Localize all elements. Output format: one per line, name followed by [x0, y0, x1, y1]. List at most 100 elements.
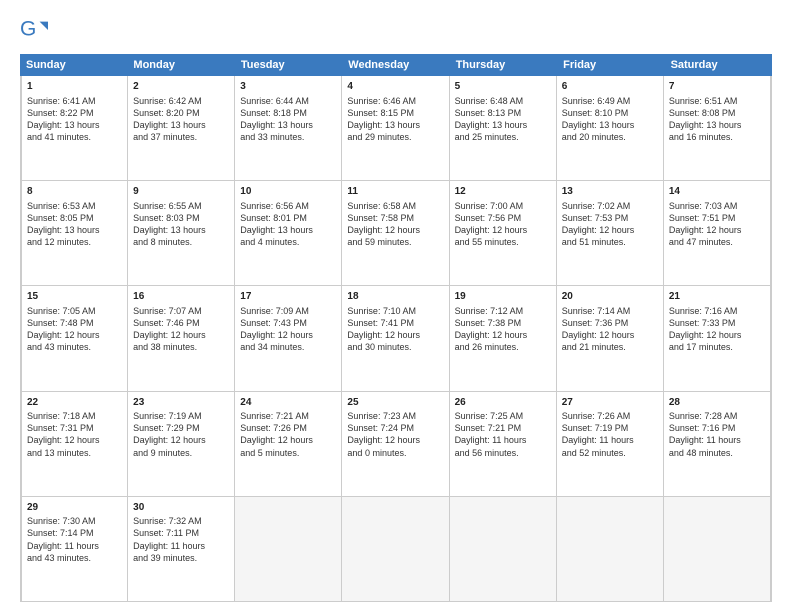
day-info-line: Sunset: 8:13 PM: [455, 107, 551, 119]
day-info-line: Sunrise: 7:32 AM: [133, 515, 229, 527]
day-info-line: Sunset: 8:08 PM: [669, 107, 765, 119]
day-info-line: and 20 minutes.: [562, 131, 658, 143]
day-info-line: Sunrise: 7:03 AM: [669, 200, 765, 212]
day-number: 4: [347, 80, 443, 94]
day-info-line: Daylight: 12 hours: [669, 329, 765, 341]
day-info-line: Sunset: 8:10 PM: [562, 107, 658, 119]
day-info-line: and 8 minutes.: [133, 236, 229, 248]
day-number: 19: [455, 290, 551, 304]
day-cell-21: 21Sunrise: 7:16 AMSunset: 7:33 PMDayligh…: [664, 286, 771, 390]
day-info-line: Sunset: 7:21 PM: [455, 422, 551, 434]
day-info-line: Daylight: 11 hours: [27, 540, 122, 552]
day-info-line: Sunset: 7:31 PM: [27, 422, 122, 434]
day-info-line: Daylight: 12 hours: [669, 224, 765, 236]
day-number: 18: [347, 290, 443, 304]
day-info-line: Daylight: 12 hours: [455, 224, 551, 236]
day-info-line: Sunrise: 7:00 AM: [455, 200, 551, 212]
week-row-1: 1Sunrise: 6:41 AMSunset: 8:22 PMDaylight…: [21, 76, 771, 181]
day-info-line: Sunrise: 6:56 AM: [240, 200, 336, 212]
day-info-line: Sunset: 7:51 PM: [669, 212, 765, 224]
day-info-line: Daylight: 12 hours: [562, 329, 658, 341]
calendar-header: SundayMondayTuesdayWednesdayThursdayFrid…: [20, 54, 772, 76]
day-info-line: and 48 minutes.: [669, 447, 765, 459]
day-info-line: Sunrise: 6:46 AM: [347, 95, 443, 107]
day-info-line: Daylight: 12 hours: [240, 434, 336, 446]
day-number: 11: [347, 185, 443, 199]
day-info-line: and 29 minutes.: [347, 131, 443, 143]
day-header-friday: Friday: [557, 54, 664, 76]
day-info-line: and 26 minutes.: [455, 341, 551, 353]
day-info-line: Sunset: 7:41 PM: [347, 317, 443, 329]
day-info-line: Sunrise: 7:23 AM: [347, 410, 443, 422]
day-info-line: Sunrise: 6:41 AM: [27, 95, 122, 107]
calendar-rows: 1Sunrise: 6:41 AMSunset: 8:22 PMDaylight…: [21, 76, 771, 601]
day-info-line: Daylight: 12 hours: [27, 434, 122, 446]
day-cell-26: 26Sunrise: 7:25 AMSunset: 7:21 PMDayligh…: [450, 392, 557, 496]
empty-cell: [450, 497, 557, 601]
day-info-line: Sunset: 7:11 PM: [133, 527, 229, 539]
day-info-line: and 30 minutes.: [347, 341, 443, 353]
day-info-line: Daylight: 13 hours: [133, 224, 229, 236]
day-info-line: and 39 minutes.: [133, 552, 229, 564]
day-number: 25: [347, 396, 443, 410]
day-number: 15: [27, 290, 122, 304]
day-info-line: Sunset: 7:26 PM: [240, 422, 336, 434]
calendar-body-outer: 1Sunrise: 6:41 AMSunset: 8:22 PMDaylight…: [20, 76, 772, 602]
day-number: 30: [133, 501, 229, 515]
day-info-line: Sunset: 7:58 PM: [347, 212, 443, 224]
header: G: [20, 16, 772, 44]
day-info-line: Sunrise: 7:18 AM: [27, 410, 122, 422]
day-cell-11: 11Sunrise: 6:58 AMSunset: 7:58 PMDayligh…: [342, 181, 449, 285]
day-info-line: Sunrise: 7:28 AM: [669, 410, 765, 422]
day-info-line: and 47 minutes.: [669, 236, 765, 248]
day-cell-18: 18Sunrise: 7:10 AMSunset: 7:41 PMDayligh…: [342, 286, 449, 390]
empty-cell: [664, 497, 771, 601]
day-info-line: and 12 minutes.: [27, 236, 122, 248]
day-info-line: Sunset: 8:20 PM: [133, 107, 229, 119]
day-info-line: Sunrise: 7:09 AM: [240, 305, 336, 317]
day-info-line: Sunrise: 7:07 AM: [133, 305, 229, 317]
day-number: 23: [133, 396, 229, 410]
day-cell-29: 29Sunrise: 7:30 AMSunset: 7:14 PMDayligh…: [21, 497, 128, 601]
day-info-line: Daylight: 12 hours: [562, 224, 658, 236]
day-cell-4: 4Sunrise: 6:46 AMSunset: 8:15 PMDaylight…: [342, 76, 449, 180]
day-info-line: Daylight: 12 hours: [133, 434, 229, 446]
day-cell-27: 27Sunrise: 7:26 AMSunset: 7:19 PMDayligh…: [557, 392, 664, 496]
day-info-line: and 38 minutes.: [133, 341, 229, 353]
day-info-line: Sunrise: 7:05 AM: [27, 305, 122, 317]
day-header-thursday: Thursday: [450, 54, 557, 76]
day-number: 26: [455, 396, 551, 410]
day-number: 22: [27, 396, 122, 410]
day-info-line: and 59 minutes.: [347, 236, 443, 248]
day-header-wednesday: Wednesday: [342, 54, 449, 76]
day-info-line: Daylight: 13 hours: [562, 119, 658, 131]
day-number: 6: [562, 80, 658, 94]
day-number: 27: [562, 396, 658, 410]
day-info-line: and 9 minutes.: [133, 447, 229, 459]
day-info-line: and 5 minutes.: [240, 447, 336, 459]
day-info-line: Daylight: 12 hours: [347, 434, 443, 446]
day-info-line: Daylight: 13 hours: [669, 119, 765, 131]
day-number: 3: [240, 80, 336, 94]
day-cell-15: 15Sunrise: 7:05 AMSunset: 7:48 PMDayligh…: [21, 286, 128, 390]
day-info-line: Sunset: 8:03 PM: [133, 212, 229, 224]
day-number: 20: [562, 290, 658, 304]
day-info-line: Daylight: 11 hours: [562, 434, 658, 446]
day-info-line: and 55 minutes.: [455, 236, 551, 248]
day-info-line: Sunset: 7:16 PM: [669, 422, 765, 434]
day-info-line: Sunset: 7:14 PM: [27, 527, 122, 539]
day-cell-28: 28Sunrise: 7:28 AMSunset: 7:16 PMDayligh…: [664, 392, 771, 496]
day-number: 29: [27, 501, 122, 515]
day-number: 12: [455, 185, 551, 199]
day-cell-9: 9Sunrise: 6:55 AMSunset: 8:03 PMDaylight…: [128, 181, 235, 285]
day-cell-13: 13Sunrise: 7:02 AMSunset: 7:53 PMDayligh…: [557, 181, 664, 285]
day-info-line: Daylight: 11 hours: [133, 540, 229, 552]
day-info-line: Sunrise: 7:02 AM: [562, 200, 658, 212]
day-info-line: Sunset: 7:53 PM: [562, 212, 658, 224]
day-info-line: and 34 minutes.: [240, 341, 336, 353]
day-info-line: and 0 minutes.: [347, 447, 443, 459]
day-info-line: Sunset: 8:18 PM: [240, 107, 336, 119]
day-info-line: Sunrise: 7:12 AM: [455, 305, 551, 317]
day-info-line: Sunrise: 6:42 AM: [133, 95, 229, 107]
day-info-line: Sunset: 8:22 PM: [27, 107, 122, 119]
